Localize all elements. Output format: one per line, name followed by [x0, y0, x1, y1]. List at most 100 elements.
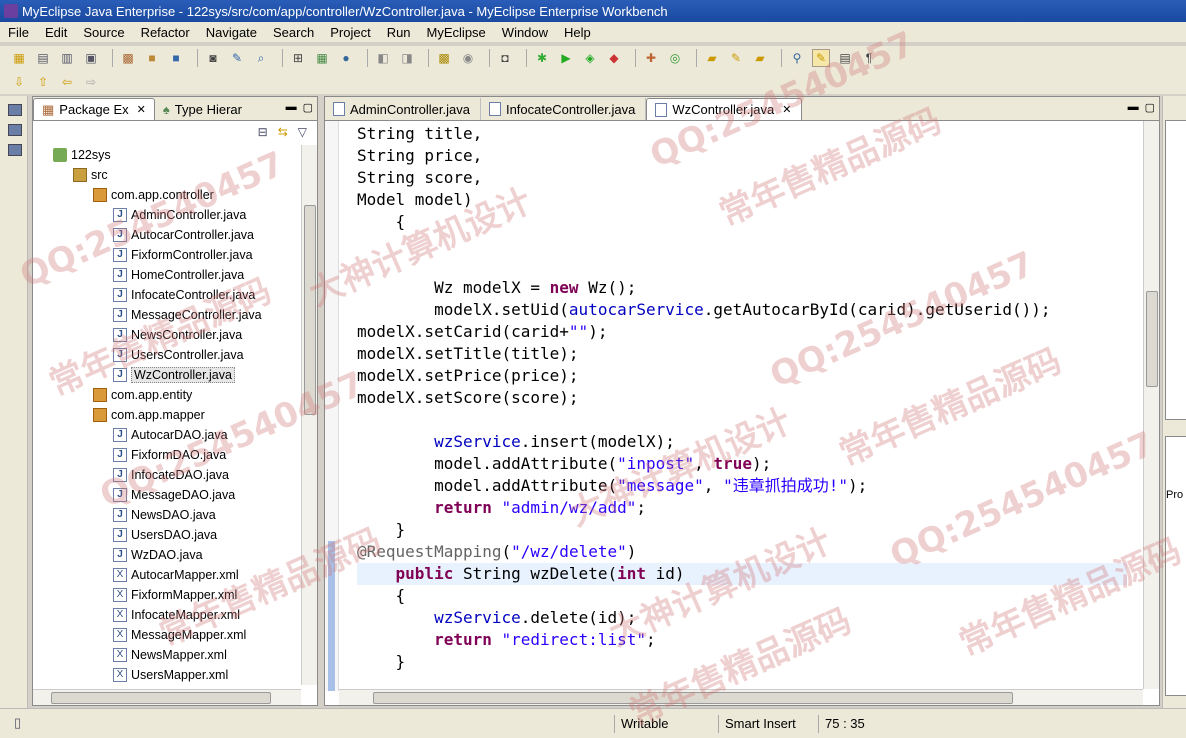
tree-item[interactable]: J AdminController.java — [33, 205, 301, 225]
tab-wzcontroller[interactable]: WzController.java ✕ — [646, 98, 803, 120]
tree-item[interactable]: X MessageMapper.xml — [33, 625, 301, 645]
tree-item[interactable]: X FixformMapper.xml — [33, 585, 301, 605]
close-icon[interactable]: ✕ — [137, 103, 146, 116]
properties-panel[interactable]: Pro — [1165, 436, 1186, 696]
code-line[interactable]: { — [357, 211, 1127, 233]
menu-myeclipse[interactable]: MyEclipse — [419, 25, 494, 40]
servers-view-icon[interactable] — [8, 144, 22, 156]
view-menu-icon[interactable]: ▽ — [298, 125, 307, 139]
tree-item[interactable]: J NewsController.java — [33, 325, 301, 345]
menu-refactor[interactable]: Refactor — [133, 25, 198, 40]
menu-run[interactable]: Run — [379, 25, 419, 40]
tree-item[interactable]: J WzDAO.java — [33, 545, 301, 565]
code-line[interactable]: public String wzDelete(int id) — [357, 563, 1127, 585]
database-icon[interactable]: ⊞ — [289, 49, 307, 67]
new-wizard-icon[interactable]: ▩ — [119, 49, 137, 67]
inspector-icon[interactable]: ◉ — [459, 49, 477, 67]
code-line[interactable]: String price, — [357, 145, 1127, 167]
tree-item[interactable]: X NewsMapper.xml — [33, 645, 301, 665]
menu-file[interactable]: File — [0, 25, 37, 40]
code-line[interactable]: model.addAttribute("message", "违章抓拍成功!")… — [357, 475, 1127, 497]
tree-item[interactable]: src — [33, 165, 301, 185]
explorer-vertical-scrollbar[interactable] — [301, 145, 317, 685]
code-line[interactable]: wzService.delete(id); — [357, 607, 1127, 629]
show-whitespace-icon[interactable]: ¶ — [860, 49, 878, 67]
code-line[interactable] — [357, 255, 1127, 277]
menu-edit[interactable]: Edit — [37, 25, 75, 40]
editor-vertical-scrollbar[interactable] — [1143, 121, 1159, 689]
code-line[interactable]: } — [357, 651, 1127, 673]
save-all-icon[interactable]: ▥ — [58, 49, 76, 67]
tree-item[interactable]: 122sys — [33, 145, 301, 165]
tree-item[interactable]: J MessageController.java — [33, 305, 301, 325]
run-external-icon[interactable]: ◈ — [581, 49, 599, 67]
globe-icon[interactable]: ● — [337, 49, 355, 67]
scroll-thumb[interactable] — [51, 692, 271, 704]
code-line[interactable]: modelX.setScore(score); — [357, 387, 1127, 409]
tab-package-explorer[interactable]: ▦ Package Ex ✕ — [33, 98, 155, 120]
server-icon[interactable]: ◙ — [204, 49, 222, 67]
code-line[interactable]: model.addAttribute("inpost", true); — [357, 453, 1127, 475]
new-element-icon[interactable]: ◎ — [666, 49, 684, 67]
tree-item[interactable]: J AutocarDAO.java — [33, 425, 301, 445]
close-icon[interactable]: ✕ — [782, 103, 791, 116]
block-selection-icon[interactable]: ▤ — [836, 49, 854, 67]
previous-annotation-icon[interactable]: ⇧ — [34, 73, 52, 91]
folder-icon[interactable]: ▰ — [751, 49, 769, 67]
menu-project[interactable]: Project — [322, 25, 378, 40]
coverage-icon[interactable]: ◆ — [605, 49, 623, 67]
open-type-icon[interactable]: ■ — [143, 49, 161, 67]
code-line[interactable]: modelX.setUid(autocarService.getAutocarB… — [357, 299, 1127, 321]
code-line[interactable]: Model model) — [357, 189, 1127, 211]
code-line[interactable]: String title, — [357, 123, 1127, 145]
code-line[interactable]: { — [357, 585, 1127, 607]
scroll-thumb[interactable] — [304, 205, 316, 415]
forward-nav-icon[interactable]: ◨ — [398, 49, 416, 67]
tree-item[interactable]: J UsersDAO.java — [33, 525, 301, 545]
highlight-icon[interactable]: ✎ — [812, 49, 830, 67]
minimize-icon[interactable]: ▬ — [1128, 101, 1139, 114]
tree-item[interactable]: X UsersMapper.xml — [33, 665, 301, 685]
camera-icon[interactable]: ◘ — [496, 49, 514, 67]
code-line[interactable]: return "admin/wz/add"; — [357, 497, 1127, 519]
tree-item[interactable]: J NewsDAO.java — [33, 505, 301, 525]
tree-item[interactable]: J InfocateController.java — [33, 285, 301, 305]
tree-item[interactable]: J WzController.java — [33, 365, 301, 385]
debug-icon[interactable]: ✱ — [533, 49, 551, 67]
forward-icon[interactable]: ⇨ — [82, 73, 100, 91]
code-line[interactable]: return "redirect:list"; — [357, 629, 1127, 651]
maximize-icon[interactable]: ▢ — [303, 101, 313, 114]
code-line[interactable]: wzService.insert(modelX); — [357, 431, 1127, 453]
minimized-view-icon[interactable] — [8, 104, 22, 116]
tree-item[interactable]: X AutocarMapper.xml — [33, 565, 301, 585]
new-icon[interactable]: ▦ — [10, 49, 28, 67]
back-nav-icon[interactable]: ◧ — [374, 49, 392, 67]
code-line[interactable]: modelX.setCarid(carid+""); — [357, 321, 1127, 343]
code-area[interactable]: String title, String price, String score, M… — [357, 123, 1127, 683]
tree-item[interactable]: J AutocarController.java — [33, 225, 301, 245]
code-line[interactable]: modelX.setPrice(price); — [357, 365, 1127, 387]
code-line[interactable]: String score, — [357, 167, 1127, 189]
code-line[interactable]: } — [357, 519, 1127, 541]
menu-window[interactable]: Window — [494, 25, 556, 40]
collapse-all-icon[interactable]: ⊟ — [258, 125, 268, 139]
outline-panel[interactable] — [1165, 120, 1186, 420]
menu-source[interactable]: Source — [75, 25, 132, 40]
console-view-icon[interactable] — [8, 124, 22, 136]
new-class-icon[interactable]: ✚ — [642, 49, 660, 67]
menu-help[interactable]: Help — [556, 25, 599, 40]
code-line[interactable] — [357, 233, 1127, 255]
scroll-thumb[interactable] — [373, 692, 1013, 704]
tree-item[interactable]: com.app.entity — [33, 385, 301, 405]
browse-icon[interactable]: ⌕ — [252, 49, 270, 67]
next-annotation-icon[interactable]: ⇩ — [10, 73, 28, 91]
image-icon[interactable]: ▩ — [435, 49, 453, 67]
tab-infocatecontroller[interactable]: InfocateController.java — [481, 98, 647, 120]
last-edit-icon[interactable]: ⇦ — [58, 73, 76, 91]
save-icon[interactable]: ▤ — [34, 49, 52, 67]
menu-search[interactable]: Search — [265, 25, 322, 40]
open-folder-icon[interactable]: ▰ — [703, 49, 721, 67]
tree-item[interactable]: com.app.controller — [33, 185, 301, 205]
minimize-icon[interactable]: ▬ — [286, 101, 297, 114]
editor-horizontal-scrollbar[interactable] — [339, 689, 1143, 705]
